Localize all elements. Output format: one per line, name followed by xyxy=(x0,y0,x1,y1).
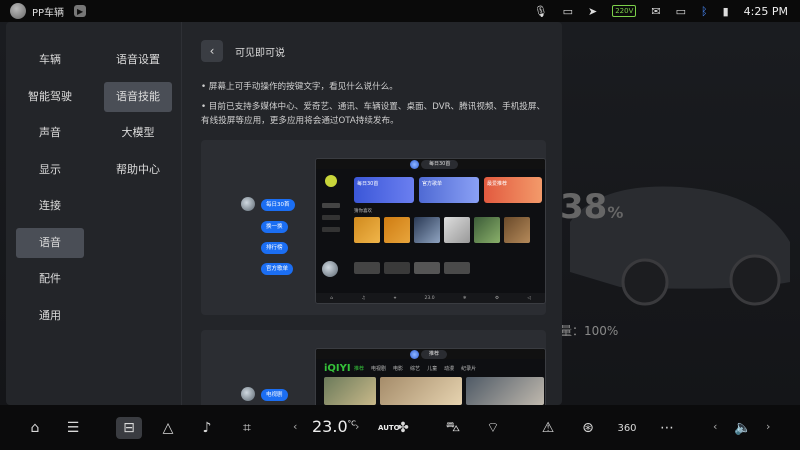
music-icon[interactable]: ♪ xyxy=(196,417,218,439)
assistant-avatar xyxy=(241,387,255,401)
preview-tile: 最爱推荐 xyxy=(484,177,542,203)
chevron-left-icon: ‹ xyxy=(209,44,215,58)
more-icon[interactable]: ⋯ xyxy=(656,417,678,439)
secondary-nav-item[interactable]: 帮助中心 xyxy=(104,155,172,185)
voice-command-chip: 每日30首 xyxy=(261,199,295,211)
voice-command-chip: 换一换 xyxy=(261,221,288,233)
voice-command-chip: 电视剧 xyxy=(261,389,288,401)
home-icon[interactable]: ⌂ xyxy=(24,417,46,439)
iqiyi-logo: iQIYI xyxy=(324,363,351,374)
preview-section-label: 猜你喜欢 xyxy=(354,209,372,214)
bullet-text-1: • 屏幕上可手动操作的按键文字，看见什么说什么。 xyxy=(201,82,398,92)
car-illustration xyxy=(570,186,790,306)
video-screen-preview: 推荐 iQIYI 推荐 电视剧 电影 综艺 儿童 动漫 纪录片 xyxy=(315,348,546,405)
temp-increase-arrow[interactable]: › xyxy=(355,420,359,433)
preview-tile: 官方歌单 xyxy=(419,177,479,203)
volume-icon[interactable]: 🔈 xyxy=(732,417,754,439)
vehicle-icon[interactable]: ⊟ xyxy=(116,417,142,439)
settings-window: 车辆智能驾驶声音显示连接语音配件通用 语音设置语音技能大模型帮助中心 ‹ 可见即… xyxy=(6,22,562,405)
primary-nav-item[interactable]: 声音 xyxy=(16,118,84,148)
primary-nav: 车辆智能驾驶声音显示连接语音配件通用 xyxy=(6,22,94,405)
message-icon[interactable]: ✉ xyxy=(651,5,660,18)
secondary-nav-item[interactable]: 语音设置 xyxy=(104,45,172,75)
preview-tabs: 推荐 电视剧 电影 综艺 儿童 动漫 纪录片 xyxy=(354,366,477,372)
user-avatar[interactable] xyxy=(10,3,26,19)
warning-icon[interactable]: ⚠ xyxy=(537,417,559,439)
status-bar: PP车辆 ▶ 🎙 ▭ ➤ 220V ✉ ▭ ᛒ ▮ 4:25 PM xyxy=(0,0,800,22)
air-circulation-icon[interactable]: ⛍ xyxy=(441,417,465,439)
fan-icon[interactable]: ✤ xyxy=(394,417,412,439)
bullet-text-2: • 目前已支持多媒体中心、爱奇艺、通讯、车辆设置、桌面、DVR、腾讯视频、手机投… xyxy=(201,102,546,126)
primary-nav-item[interactable]: 智能驾驶 xyxy=(16,82,84,112)
range-label: 量：100% xyxy=(560,324,619,338)
preview-sidebar xyxy=(316,169,346,291)
temperature-display: 23.0°C xyxy=(312,417,357,436)
primary-nav-item[interactable]: 连接 xyxy=(16,191,84,221)
back-button[interactable]: ‹ xyxy=(201,40,223,62)
volume-decrease-arrow[interactable]: ‹ xyxy=(713,420,717,433)
navigation-icon[interactable]: △ xyxy=(157,417,179,439)
bluetooth-icon[interactable]: ᛒ xyxy=(701,5,708,18)
app-switch-icon[interactable]: ▶ xyxy=(74,5,87,17)
music-screen-preview: 每日30首 每日30首 官方歌单 最爱推荐 猜你喜欢 ⌂ ♫ ⌖ 23.0 ❄ … xyxy=(315,158,546,304)
apps-grid-icon[interactable]: ⌗ xyxy=(236,417,258,439)
secondary-nav-item[interactable]: 大模型 xyxy=(104,118,172,148)
secondary-nav: 语音设置语音技能大模型帮助中心 xyxy=(94,22,182,405)
microphone-icon[interactable]: 🎙 xyxy=(534,5,548,18)
power-outlet-badge: 220V xyxy=(612,5,637,17)
preview-bottom-bar: ⌂ ♫ ⌖ 23.0 ❄ ⚙ ◁ xyxy=(316,293,545,303)
secondary-nav-item[interactable]: 语音技能 xyxy=(104,81,172,112)
bottom-dock: ⌂ ☰ ⊟ △ ♪ ⌗ ‹ 23.0°C › AUTO ✤ ⛍ ⌔ ⚠ ⊛ 36… xyxy=(0,405,800,450)
assistant-avatar xyxy=(241,197,255,211)
voice-skill-content: ‹ 可见即可说 • 屏幕上可手动操作的按键文字，看见什么说什么。 • 目前已支持… xyxy=(183,22,562,405)
dashcam-icon[interactable]: ▭ xyxy=(563,5,573,18)
volume-increase-arrow[interactable]: › xyxy=(766,420,770,433)
voice-assistant-icon xyxy=(410,350,419,359)
example-card-video: 电视剧 推荐 iQIYI 推荐 电视剧 电影 综艺 儿童 动漫 纪录片 xyxy=(201,330,546,405)
temp-decrease-arrow[interactable]: ‹ xyxy=(293,420,297,433)
voice-command-chip: 排行榜 xyxy=(261,242,288,254)
voice-command-chip: 官方歌单 xyxy=(261,263,294,275)
battery-percentage: 38% xyxy=(560,187,624,227)
preview-tile: 每日30首 xyxy=(354,177,414,203)
voice-assistant-icon xyxy=(410,160,419,169)
primary-nav-item[interactable]: 语音 xyxy=(16,227,84,258)
preview-title: 推荐 xyxy=(421,350,448,359)
location-arrow-icon[interactable]: ➤ xyxy=(588,5,597,18)
page-title: 可见即可说 xyxy=(235,48,285,59)
signal-icon: ▮ xyxy=(722,4,729,18)
primary-nav-item[interactable]: 配件 xyxy=(16,264,84,294)
steering-wheel-icon[interactable]: ⊛ xyxy=(576,417,600,439)
app-name: PP车辆 xyxy=(32,7,65,19)
primary-nav-item[interactable]: 显示 xyxy=(16,155,84,185)
battery-icon: ▭ xyxy=(675,4,686,18)
camera-360-icon[interactable]: 360 xyxy=(613,417,641,439)
preview-title: 每日30首 xyxy=(421,160,459,169)
example-card-music: 每日30首 换一换 排行榜 官方歌单 每日30首 每日30首 官方歌单 最爱推荐… xyxy=(201,140,546,315)
clock: 4:25 PM xyxy=(743,4,788,18)
rear-defrost-icon[interactable]: ⌔ xyxy=(481,417,505,439)
app-drawer-icon[interactable]: ☰ xyxy=(62,417,84,439)
primary-nav-item[interactable]: 车辆 xyxy=(16,45,84,75)
primary-nav-item[interactable]: 通用 xyxy=(16,301,84,331)
